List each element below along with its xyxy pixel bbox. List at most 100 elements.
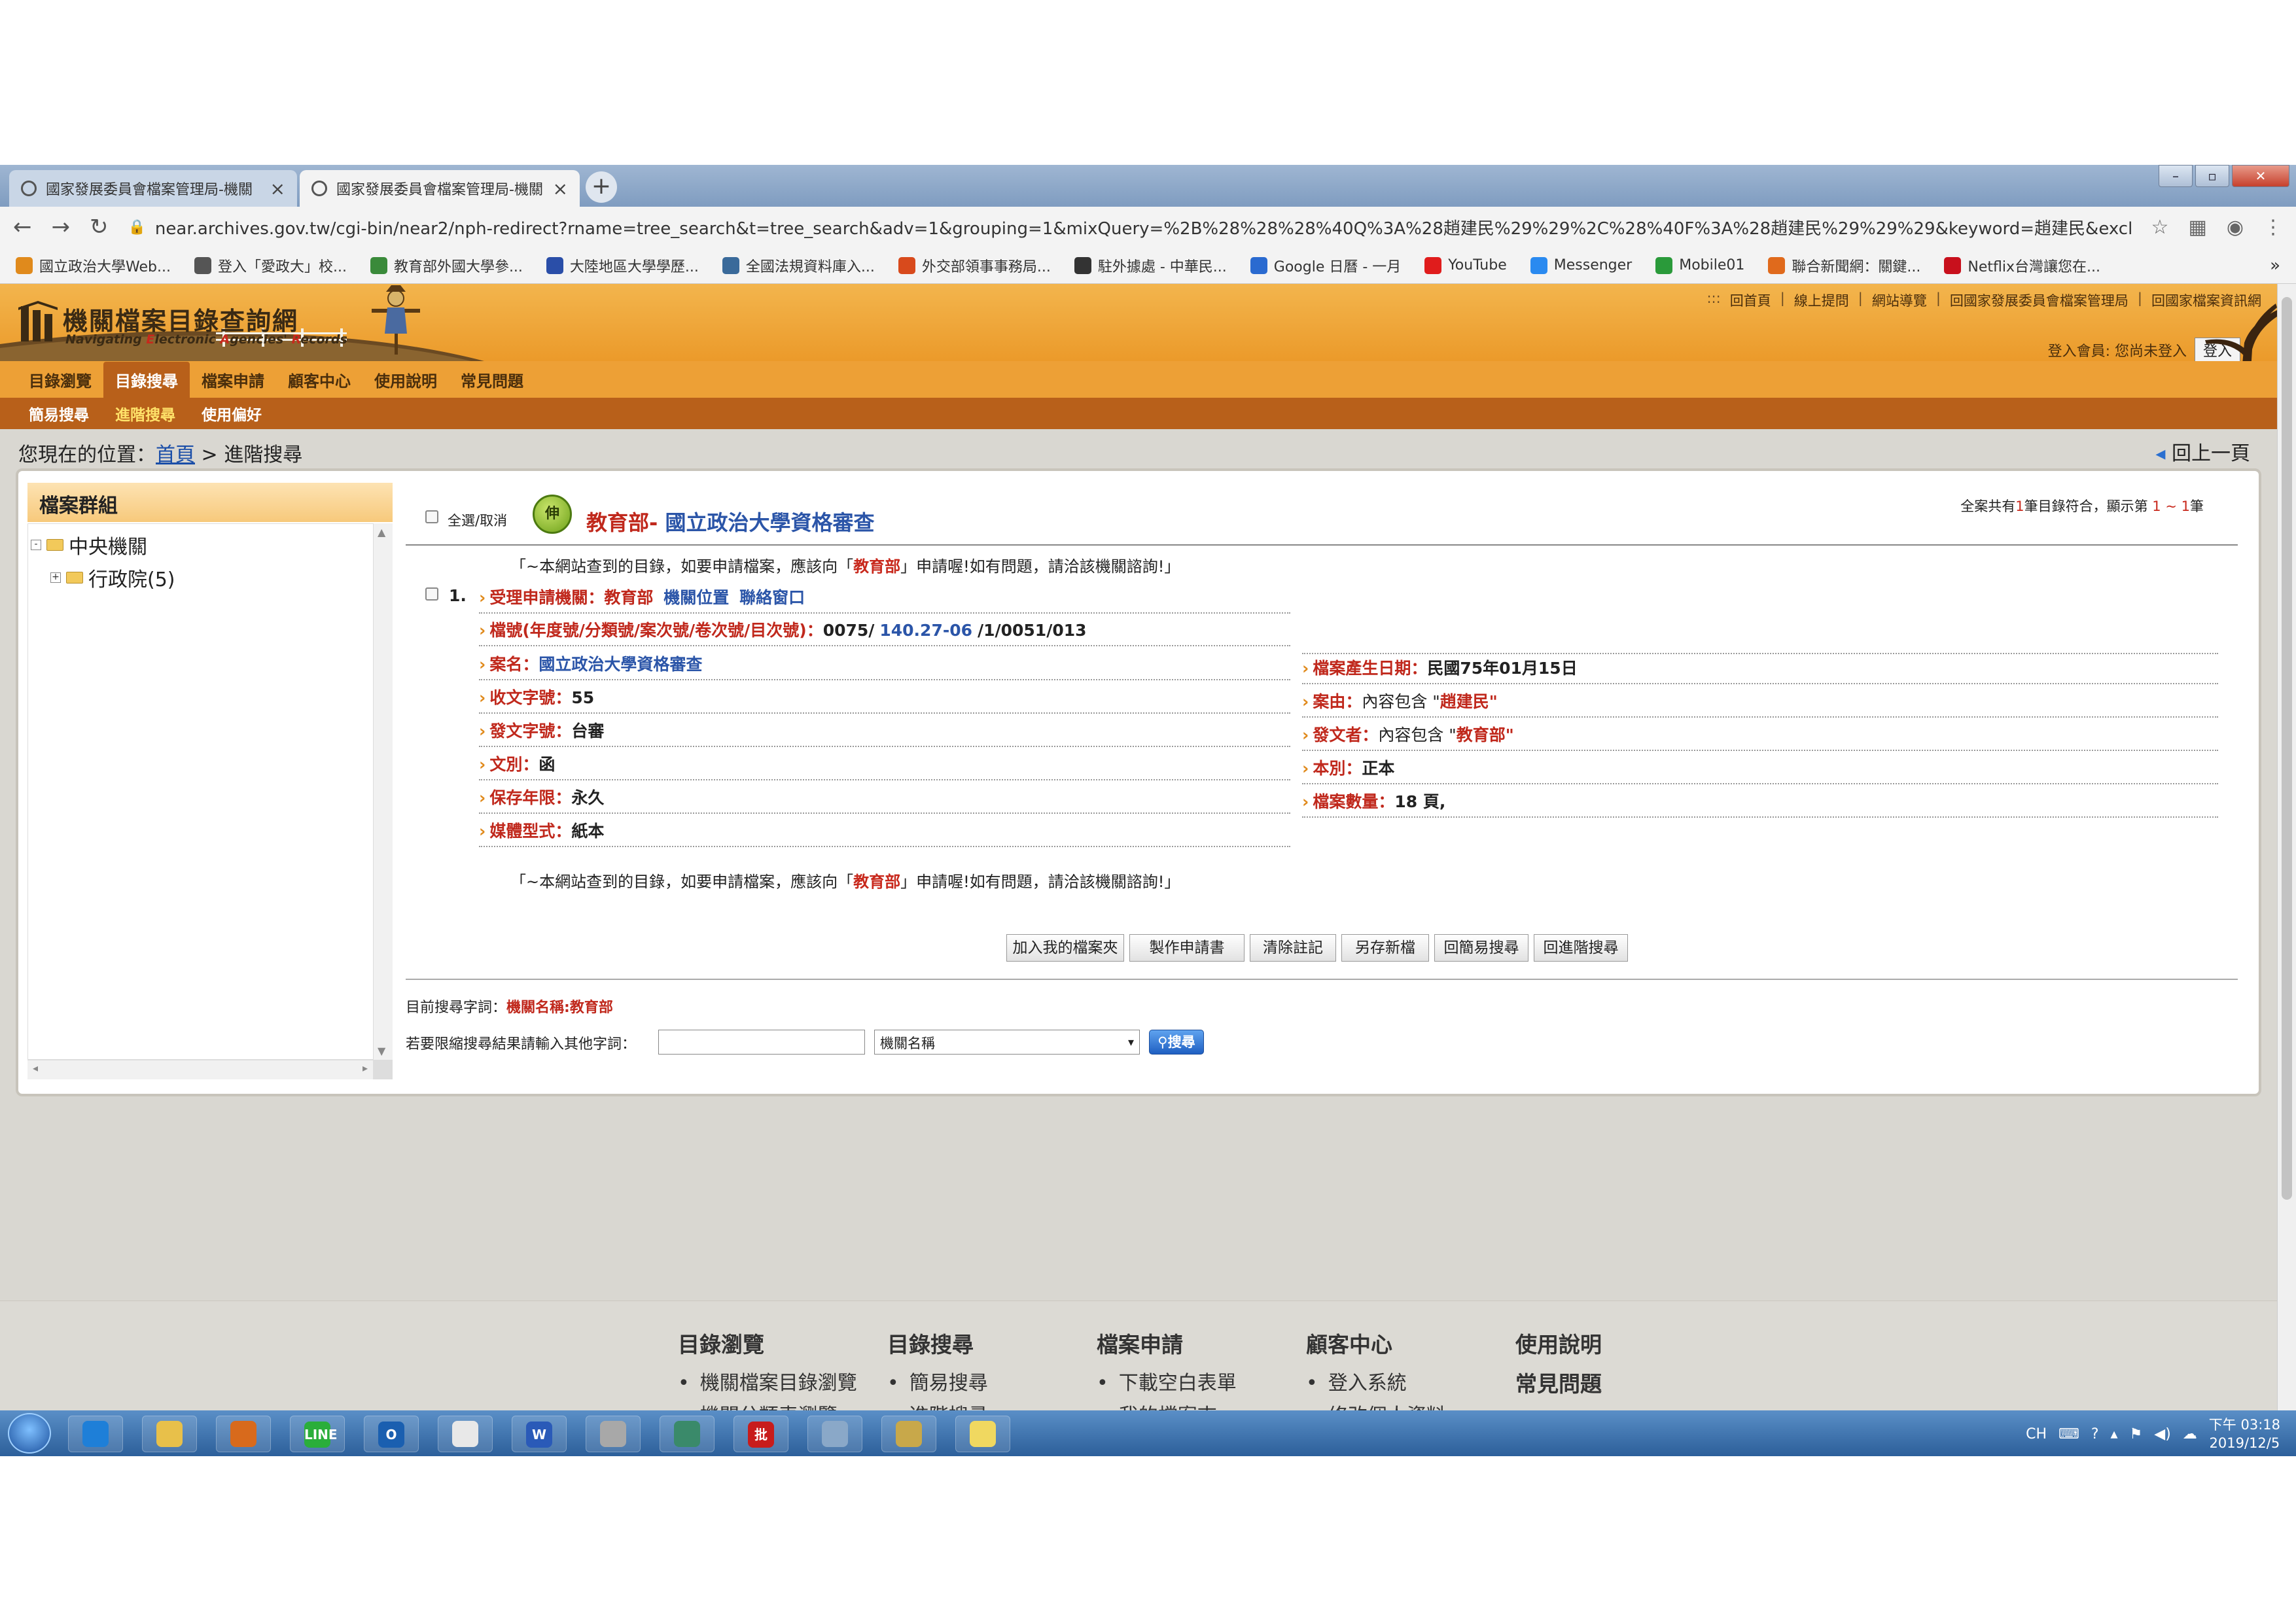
scroll-right-icon[interactable]: ▸ bbox=[362, 1062, 368, 1074]
collapse-icon[interactable]: - bbox=[31, 540, 41, 550]
start-button[interactable] bbox=[8, 1413, 51, 1454]
media-player-icon[interactable] bbox=[216, 1416, 271, 1452]
search-button[interactable]: ⚲搜尋 bbox=[1149, 1030, 1204, 1055]
network-icon[interactable]: ⚑ bbox=[2130, 1426, 2143, 1442]
bookmark-item[interactable]: 聯合新聞網：關鍵... bbox=[1768, 255, 1920, 276]
add-to-folder-button[interactable]: 加入我的檔案夾 bbox=[1006, 934, 1124, 962]
browser-tab-2[interactable]: 國家發展委員會檔案管理局-機關 × bbox=[300, 170, 580, 207]
page-scrollbar-thumb[interactable] bbox=[2282, 297, 2292, 1200]
back-simple-search-button[interactable]: 回簡易搜尋 bbox=[1434, 934, 1528, 962]
keyboard-icon[interactable]: ⌨ bbox=[2058, 1426, 2079, 1442]
explorer-icon[interactable] bbox=[142, 1416, 197, 1452]
footer-heading[interactable]: 檔案申請 bbox=[1097, 1327, 1237, 1359]
extension-icon[interactable]: ▦ bbox=[2188, 216, 2206, 239]
minimize-button[interactable]: – bbox=[2159, 165, 2193, 187]
page-scrollbar[interactable] bbox=[2277, 284, 2296, 1410]
tree-horizontal-scrollbar[interactable]: ◂ ▸ bbox=[27, 1060, 373, 1079]
agency-location-link[interactable]: 機關位置 bbox=[663, 588, 729, 607]
nav-item[interactable]: 使用說明 bbox=[362, 362, 449, 398]
bookmark-item[interactable]: 大陸地區大學學歷... bbox=[546, 255, 699, 276]
forward-arrow-icon[interactable]: → bbox=[52, 214, 71, 240]
top-link[interactable]: 網站導覽 bbox=[1872, 290, 1927, 310]
close-icon[interactable]: × bbox=[270, 178, 285, 200]
footer-heading[interactable]: 常見問題 bbox=[1515, 1367, 1602, 1398]
url-field[interactable]: 🔒 near.archives.gov.tw/cgi-bin/near2/nph… bbox=[128, 215, 2132, 239]
footer-heading[interactable]: 顧客中心 bbox=[1306, 1327, 1446, 1359]
cloud-icon[interactable]: ☁ bbox=[2183, 1426, 2197, 1442]
tree-node-executive-yuan[interactable]: + 行政院(5) bbox=[50, 563, 175, 592]
bookmark-item[interactable]: 外交部領事事務局... bbox=[898, 255, 1051, 276]
bookmark-item[interactable]: 登入「愛政大」校... bbox=[194, 255, 347, 276]
field-select[interactable]: 機關名稱 ▾ bbox=[874, 1030, 1140, 1055]
refine-search-input[interactable] bbox=[658, 1030, 865, 1055]
tray-expand-icon[interactable]: ▴ bbox=[2111, 1426, 2118, 1442]
tree-node-central[interactable]: - 中央機關 bbox=[31, 531, 147, 559]
bookmark-item[interactable]: Netflix台灣讓您在... bbox=[1944, 255, 2100, 276]
nav-item[interactable]: 常見問題 bbox=[449, 362, 535, 398]
classification-link[interactable]: 140.27-06 bbox=[879, 621, 972, 640]
footer-heading[interactable]: 使用說明 bbox=[1515, 1327, 1602, 1359]
scroll-down-icon[interactable]: ▼ bbox=[378, 1045, 385, 1057]
help-icon[interactable]: ? bbox=[2091, 1426, 2099, 1442]
breadcrumb-home-link[interactable]: 首頁 bbox=[156, 444, 195, 466]
bookmark-item[interactable]: 全國法規資料庫入... bbox=[722, 255, 875, 276]
back-advanced-search-button[interactable]: 回進階搜尋 bbox=[1534, 934, 1628, 962]
bookmark-item[interactable]: Messenger bbox=[1530, 256, 1632, 274]
calculator-icon[interactable] bbox=[586, 1416, 641, 1452]
nav-item[interactable]: 檔案申請 bbox=[190, 362, 276, 398]
reload-icon[interactable]: ↻ bbox=[90, 214, 109, 240]
footer-link[interactable]: 登入系統 bbox=[1306, 1367, 1446, 1395]
bookmark-item[interactable]: 駐外據處 - 中華民... bbox=[1074, 255, 1227, 276]
paint-icon[interactable] bbox=[881, 1416, 936, 1452]
browser-tab-1[interactable]: 國家發展委員會檔案管理局-機關 × bbox=[9, 170, 297, 207]
batch-icon[interactable]: 批 bbox=[733, 1416, 788, 1452]
footer-link[interactable]: 機關檔案目錄瀏覽 bbox=[678, 1367, 857, 1395]
scroll-left-icon[interactable]: ◂ bbox=[33, 1062, 38, 1074]
nav-item[interactable]: 顧客中心 bbox=[276, 362, 362, 398]
ie-icon[interactable] bbox=[68, 1416, 123, 1452]
remote-desktop-icon[interactable] bbox=[660, 1416, 715, 1452]
bookmark-item[interactable]: Google 日曆 - 一月 bbox=[1250, 255, 1401, 276]
bookmark-item[interactable]: Mobile01 bbox=[1655, 256, 1744, 274]
top-link[interactable]: 回首頁 bbox=[1730, 290, 1771, 310]
word-icon[interactable]: W bbox=[512, 1416, 567, 1452]
back-arrow-icon[interactable]: ← bbox=[13, 214, 32, 240]
star-icon[interactable]: ☆ bbox=[2151, 216, 2169, 239]
nav-item[interactable]: 目錄搜尋 bbox=[103, 361, 190, 398]
back-link[interactable]: ◂ 回上一頁 bbox=[2155, 437, 2250, 466]
footer-link[interactable]: 下載空白表單 bbox=[1097, 1367, 1237, 1395]
field-value[interactable]: 國立政治大學資格審查 bbox=[539, 655, 702, 674]
system-clock[interactable]: 下午 03:18 2019/12/5 bbox=[2209, 1416, 2280, 1452]
subnav-item[interactable]: 使用偏好 bbox=[190, 402, 276, 425]
expand-icon[interactable]: + bbox=[50, 572, 61, 583]
more-bookmarks-icon[interactable]: » bbox=[2270, 256, 2280, 275]
menu-icon[interactable]: ⋮ bbox=[2263, 216, 2283, 239]
sticky-notes-icon[interactable] bbox=[955, 1416, 1010, 1452]
top-link[interactable]: 回國家發展委員會檔案管理局 bbox=[1950, 290, 2128, 310]
ime-indicator[interactable]: CH bbox=[2026, 1426, 2047, 1442]
select-all-checkbox[interactable] bbox=[425, 510, 438, 523]
new-tab-button[interactable]: + bbox=[586, 171, 617, 203]
result-checkbox[interactable] bbox=[425, 587, 438, 601]
subnav-item[interactable]: 進階搜尋 bbox=[103, 402, 190, 425]
bookmark-item[interactable]: YouTube bbox=[1424, 256, 1507, 274]
clear-marks-button[interactable]: 清除註記 bbox=[1250, 934, 1336, 962]
subnav-item[interactable]: 簡易搜尋 bbox=[17, 402, 103, 425]
maximize-button[interactable]: ▫ bbox=[2195, 165, 2229, 187]
save-as-button[interactable]: 另存新檔 bbox=[1341, 934, 1429, 962]
nav-item[interactable]: 目錄瀏覽 bbox=[17, 362, 103, 398]
line-icon[interactable]: LINE bbox=[290, 1416, 345, 1452]
agency-contact-link[interactable]: 聯絡窗口 bbox=[739, 588, 805, 607]
bookmark-item[interactable]: 教育部外國大學參... bbox=[370, 255, 523, 276]
close-icon[interactable]: × bbox=[553, 178, 568, 200]
bookmark-item[interactable]: 國立政治大學Web... bbox=[16, 255, 171, 276]
profile-icon[interactable]: ◉ bbox=[2227, 216, 2244, 239]
close-window-button[interactable]: ✕ bbox=[2232, 165, 2289, 187]
top-link[interactable]: 線上提問 bbox=[1794, 290, 1849, 310]
footer-link[interactable]: 簡易搜尋 bbox=[887, 1367, 988, 1395]
make-application-button[interactable]: 製作申請書 bbox=[1129, 934, 1245, 962]
footer-heading[interactable]: 目錄搜尋 bbox=[887, 1327, 988, 1359]
scroll-up-icon[interactable]: ▲ bbox=[378, 526, 385, 538]
footer-heading[interactable]: 目錄瀏覽 bbox=[678, 1327, 857, 1359]
chrome-icon[interactable] bbox=[438, 1416, 493, 1452]
